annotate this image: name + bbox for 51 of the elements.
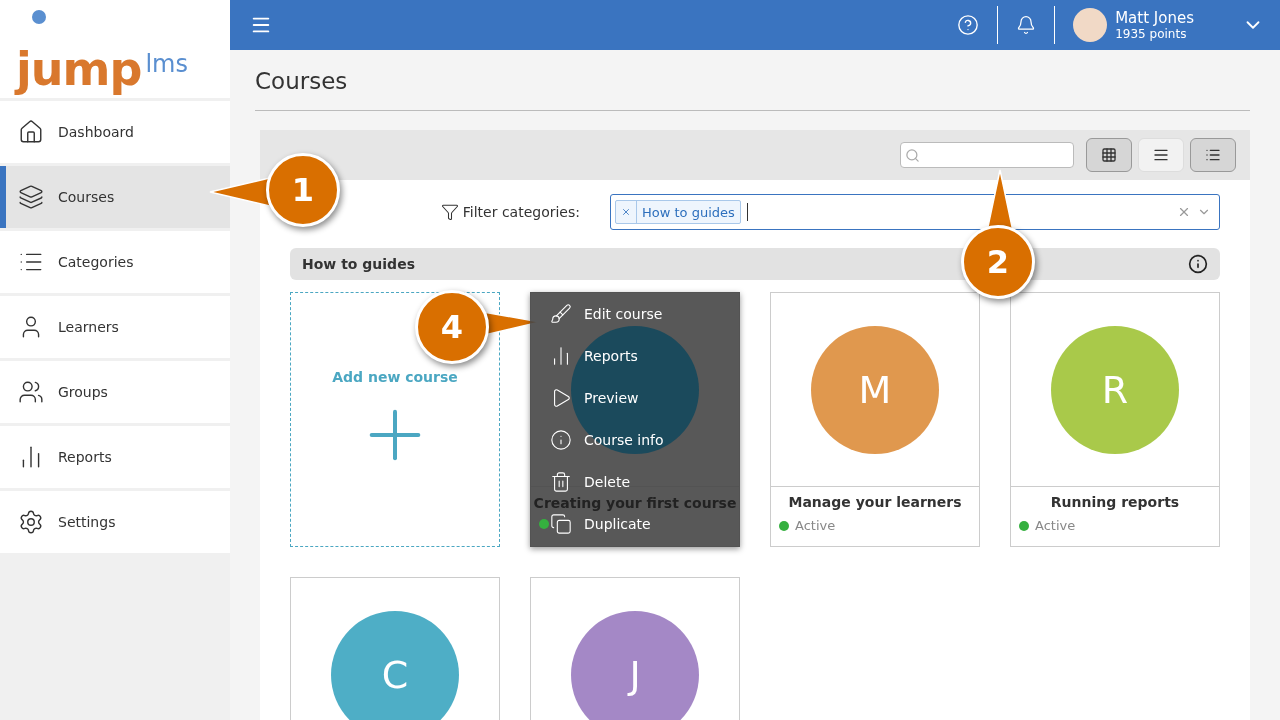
- page-title: Courses: [255, 68, 1250, 111]
- course-card[interactable]: R Running reports Active: [1010, 292, 1220, 547]
- clear-icon[interactable]: [1177, 205, 1191, 219]
- status-label: Active: [1035, 518, 1076, 533]
- search-icon: [905, 147, 920, 163]
- user-name: Matt Jones: [1115, 9, 1194, 27]
- user-points: 1935 points: [1115, 27, 1188, 41]
- remove-icon[interactable]: [621, 207, 631, 217]
- category-tag[interactable]: How to guides: [615, 200, 741, 224]
- house-icon: [18, 119, 44, 145]
- status-label: Active: [795, 518, 836, 533]
- menu-item[interactable]: Duplicate: [550, 511, 739, 537]
- menu-item[interactable]: Course info: [550, 427, 739, 453]
- sidebar-item[interactable]: Settings: [0, 491, 230, 553]
- sidebar-item[interactable]: Dashboard: [0, 101, 230, 163]
- sidebar-item[interactable]: Courses: [0, 166, 230, 228]
- course-circle: J: [571, 610, 699, 720]
- sidebar-item[interactable]: Categories: [0, 231, 230, 293]
- sidebar-item[interactable]: Groups: [0, 361, 230, 423]
- filter-icon: [440, 203, 459, 221]
- menu-item[interactable]: Preview: [550, 385, 739, 411]
- trash-icon: [550, 471, 572, 493]
- view-toggle-button[interactable]: [1086, 138, 1132, 172]
- help-icon[interactable]: [957, 14, 980, 36]
- menu-item[interactable]: Reports: [550, 343, 739, 369]
- search-field[interactable]: [900, 142, 1074, 168]
- avatar[interactable]: [1073, 8, 1108, 42]
- info-icon[interactable]: [1188, 254, 1208, 274]
- people-icon: [18, 379, 44, 405]
- settings-icon: [18, 509, 44, 535]
- layers-icon: [18, 184, 44, 210]
- bell-icon[interactable]: [1016, 15, 1037, 35]
- filter-label: Filter categories:: [462, 204, 580, 220]
- course-title: Running reports: [1049, 494, 1181, 510]
- copy-icon: [550, 513, 572, 535]
- rows-icon: [1153, 147, 1169, 163]
- sidebar-item[interactable]: Learners: [0, 296, 230, 358]
- menu-item[interactable]: Edit course: [550, 301, 739, 327]
- view-toggle-button[interactable]: [1190, 138, 1236, 172]
- sidebar-item[interactable]: Reports: [0, 426, 230, 488]
- course-card[interactable]: M Manage your learners Active: [770, 292, 980, 547]
- list-icon: [1205, 147, 1221, 163]
- grid-icon: [1101, 147, 1117, 163]
- menu-item[interactable]: Delete: [550, 469, 739, 495]
- course-circle: C: [331, 610, 459, 720]
- course-circle: R: [1051, 325, 1179, 454]
- category-title: How to guides: [302, 256, 415, 272]
- course-circle: M: [811, 325, 939, 454]
- info-icon: [550, 429, 572, 451]
- brush-icon: [550, 303, 572, 325]
- course-title: Manage your learners: [787, 494, 963, 510]
